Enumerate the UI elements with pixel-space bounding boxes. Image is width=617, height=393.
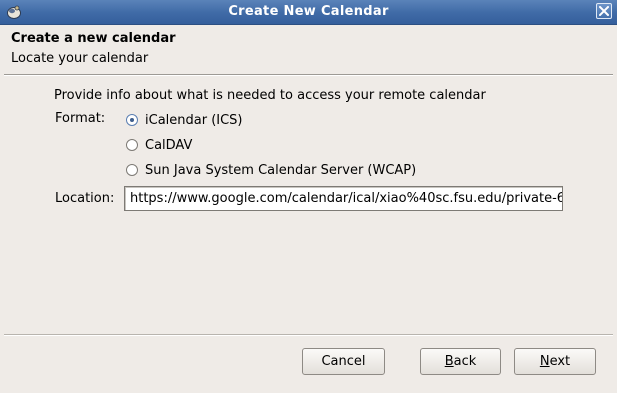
format-option-label: iCalendar (ICS): [145, 112, 243, 128]
create-calendar-dialog: Create New Calendar Create a new calenda…: [0, 0, 617, 393]
format-option-wcap[interactable]: Sun Java System Calendar Server (WCAP): [126, 161, 416, 179]
footer-divider: [4, 334, 613, 336]
format-option-label: Sun Java System Calendar Server (WCAP): [145, 162, 417, 178]
radio-button-icalendar[interactable]: [126, 114, 138, 126]
back-mnemonic: B: [444, 354, 454, 369]
format-option-icalendar[interactable]: iCalendar (ICS): [126, 111, 243, 129]
radio-button-caldav[interactable]: [126, 139, 138, 151]
next-mnemonic: N: [539, 354, 550, 369]
wizard-page-subtitle: Locate your calendar: [11, 51, 149, 66]
format-option-caldav[interactable]: CalDAV: [126, 136, 192, 154]
back-button-label-rest: ack: [453, 354, 477, 369]
radio-button-wcap[interactable]: [126, 164, 138, 176]
next-button[interactable]: Next: [514, 348, 596, 375]
back-button[interactable]: Back: [420, 348, 501, 375]
title-bar[interactable]: Create New Calendar: [0, 0, 617, 25]
close-icon[interactable]: [596, 3, 612, 19]
header-divider: [4, 74, 613, 76]
cancel-button[interactable]: Cancel: [302, 348, 385, 375]
next-button-label-rest: ext: [549, 354, 571, 369]
wizard-header: Create a new calendar Locate your calend…: [0, 25, 617, 74]
wizard-page-title: Create a new calendar: [11, 31, 176, 46]
window-title: Create New Calendar: [228, 4, 389, 19]
location-label: Location:: [55, 191, 115, 206]
location-input[interactable]: https://www.google.com/calendar/ical/xia…: [124, 186, 563, 211]
intro-text: Provide info about what is needed to acc…: [54, 88, 486, 103]
format-option-label: CalDAV: [145, 137, 193, 153]
format-label: Format:: [55, 111, 106, 126]
